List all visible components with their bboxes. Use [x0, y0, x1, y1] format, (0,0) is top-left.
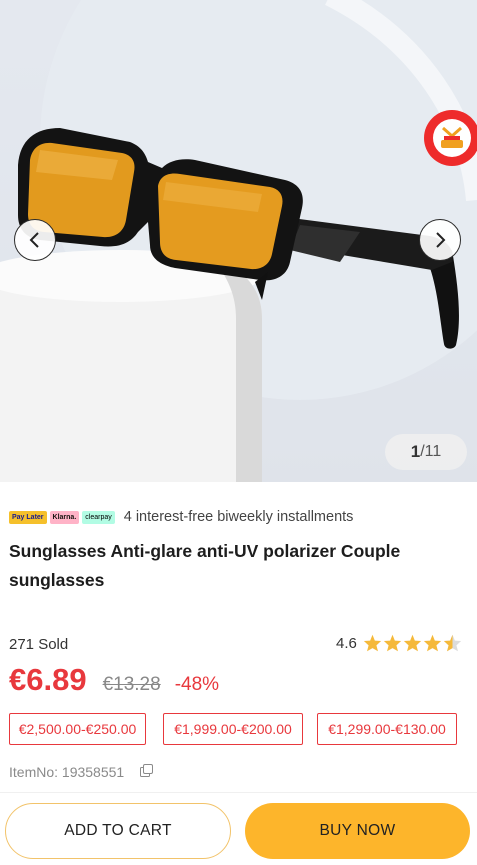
buy-now-button[interactable]: BUY NOW [245, 803, 470, 859]
rating-stars [363, 634, 463, 652]
star-icon [403, 634, 421, 652]
copy-icon[interactable] [140, 764, 154, 780]
coupon-2[interactable]: €1,999.00-€200.00 [163, 713, 303, 745]
coupon-3[interactable]: €1,299.00-€130.00 [317, 713, 457, 745]
chevron-right-icon [436, 232, 446, 248]
item-number: ItemNo: 19358551 [9, 764, 125, 780]
paylater-logo: Pay Later [9, 510, 47, 524]
add-to-cart-button[interactable]: ADD TO CART [5, 803, 231, 859]
star-half-icon [443, 634, 461, 652]
installment-text: 4 interest-free biweekly installments [123, 509, 354, 525]
image-counter-current: 1 [410, 442, 421, 461]
discount-percent: -48% [174, 674, 220, 695]
product-image-gallery[interactable]: 1/11 [0, 0, 477, 482]
chevron-left-icon [29, 232, 39, 248]
klarna-logo: Klarna. [49, 510, 80, 524]
product-photo [0, 0, 477, 482]
installment-info[interactable]: Pay Later Klarna. clearpay 4 interest-fr… [9, 507, 353, 527]
star-icon [383, 634, 401, 652]
image-counter: 1/11 [385, 434, 467, 470]
item-number-row: ItemNo: 19358551 [9, 764, 154, 780]
price-row: €6.89 €13.28 -48% [9, 662, 219, 698]
clearpay-logo: clearpay [82, 510, 115, 524]
bottom-action-bar: ADD TO CART BUY NOW [0, 792, 477, 865]
sold-count: 271 Sold [9, 636, 69, 653]
next-image-button[interactable] [419, 219, 461, 261]
promo-badge[interactable] [424, 110, 477, 166]
previous-image-button[interactable] [14, 219, 56, 261]
gift-badge-icon [433, 119, 471, 157]
star-icon [423, 634, 441, 652]
current-price: €6.89 [9, 662, 87, 697]
rating-value: 4.6 [336, 634, 357, 652]
original-price: €13.28 [102, 674, 161, 695]
coupon-1[interactable]: €2,500.00-€250.00 [9, 713, 146, 745]
product-title: Sunglasses Anti-glare anti-UV polarizer … [9, 541, 401, 590]
image-counter-total: /11 [420, 443, 442, 460]
product-rating[interactable]: 4.6 [336, 634, 463, 652]
star-icon [363, 634, 381, 652]
